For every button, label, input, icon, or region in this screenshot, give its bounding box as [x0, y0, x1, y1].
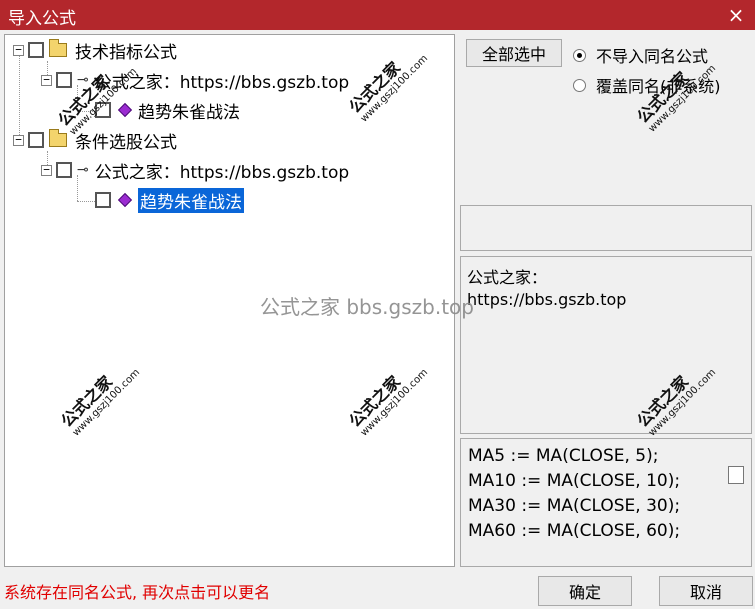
tree-node-tech-indicators[interactable]: − 技术指标公式 — [13, 37, 177, 63]
code-checkbox[interactable] — [728, 466, 744, 484]
tree-node-source[interactable]: − ⊸ 公式之家：https://bbs.gszb.top — [41, 157, 349, 183]
select-all-button[interactable]: 全部选中 — [466, 39, 562, 67]
description-line: https://bbs.gszb.top — [467, 290, 627, 309]
radio-button[interactable] — [573, 48, 586, 62]
key-icon: ⊸ — [77, 162, 89, 178]
collapse-toggle[interactable]: − — [41, 74, 52, 86]
node-checkbox[interactable] — [28, 132, 44, 148]
status-message: 系统存在同名公式, 再次点击可以更名 — [4, 583, 271, 602]
code-line: MA10 := MA(CLOSE, 10); — [468, 471, 681, 491]
node-checkbox[interactable] — [56, 72, 72, 88]
collapse-toggle[interactable]: − — [13, 44, 24, 56]
tree-node-formula-selected[interactable]: 趋势朱雀战法 — [95, 187, 244, 213]
tree-node-formula[interactable]: 趋势朱雀战法 — [95, 97, 240, 123]
empty-info-box — [460, 205, 752, 251]
code-line: MA5 := MA(CLOSE, 5); — [468, 446, 659, 466]
tree-node-label: 趋势朱雀战法 — [138, 187, 244, 213]
node-checkbox[interactable] — [56, 162, 72, 178]
node-checkbox[interactable] — [95, 192, 111, 208]
folder-icon — [49, 129, 67, 147]
title-bar: 导入公式 × — [0, 0, 755, 30]
tree-connector — [77, 201, 95, 202]
node-checkbox[interactable] — [28, 42, 44, 58]
tree-node-stock-screening[interactable]: − 条件选股公式 — [13, 127, 177, 153]
tree-node-label: 条件选股公式 — [75, 132, 177, 153]
tree-node-label: 公式之家：https://bbs.gszb.top — [94, 162, 350, 183]
collapse-toggle[interactable]: − — [13, 134, 24, 146]
code-line: MA60 := MA(CLOSE, 60); — [468, 521, 681, 541]
formula-gem-icon — [117, 102, 133, 118]
radio-button[interactable] — [573, 78, 586, 92]
ok-button[interactable]: 确定 — [538, 576, 632, 606]
code-line: MA30 := MA(CLOSE, 30); — [468, 496, 681, 516]
formula-gem-icon — [117, 192, 133, 208]
tree-node-label: 趋势朱雀战法 — [138, 102, 240, 123]
collapse-toggle[interactable]: − — [41, 164, 52, 176]
center-watermark: 公式之家 bbs.gszb.top — [260, 295, 474, 319]
tree-node-label: 技术指标公式 — [75, 42, 177, 63]
close-icon[interactable]: × — [725, 4, 747, 26]
window-title: 导入公式 — [8, 9, 76, 29]
description-line: 公式之家： — [467, 268, 548, 287]
folder-icon — [49, 39, 67, 57]
cancel-button[interactable]: 取消 — [659, 576, 753, 606]
